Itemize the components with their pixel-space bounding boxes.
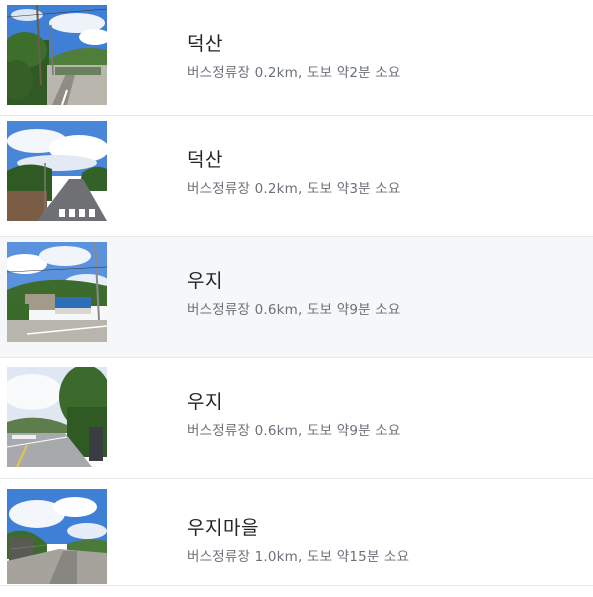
stop-name: 덕산 (187, 149, 223, 171)
list-item-stop-4[interactable]: 우지 버스정류장 0.6km, 도보 약9분 소요 (0, 358, 593, 479)
street-photo-thumbnail (7, 367, 107, 467)
stop-distance-info: 버스정류장 0.6km, 도보 약9분 소요 (187, 302, 401, 318)
street-photo-thumbnail (7, 489, 107, 584)
stop-distance-info: 버스정류장 1.0km, 도보 약15분 소요 (187, 549, 410, 565)
street-photo-thumbnail (7, 121, 107, 221)
street-photo-image (7, 121, 107, 221)
street-photo-image (7, 242, 107, 342)
list-item-stop-2[interactable]: 덕산 버스정류장 0.2km, 도보 약3분 소요 (0, 116, 593, 237)
bus-stop-list: 덕산 버스정류장 0.2km, 도보 약2분 소요 덕산 버스정류장 0.2km… (0, 0, 593, 597)
stop-name: 우지 (187, 270, 223, 292)
stop-name: 우지 (187, 391, 223, 413)
stop-distance-info: 버스정류장 0.2km, 도보 약2분 소요 (187, 65, 401, 81)
stop-distance-info: 버스정류장 0.6km, 도보 약9분 소요 (187, 423, 401, 439)
street-photo-image (7, 489, 107, 584)
list-item-stop-3[interactable]: 우지 버스정류장 0.6km, 도보 약9분 소요 (0, 237, 593, 358)
street-photo-thumbnail (7, 242, 107, 342)
list-item-stop-5[interactable]: 우지마을 버스정류장 1.0km, 도보 약15분 소요 (0, 479, 593, 586)
stop-name: 덕산 (187, 33, 223, 55)
list-item-stop-1[interactable]: 덕산 버스정류장 0.2km, 도보 약2분 소요 (0, 0, 593, 116)
stop-distance-info: 버스정류장 0.2km, 도보 약3분 소요 (187, 181, 401, 197)
stop-name: 우지마을 (187, 517, 259, 539)
street-photo-image (7, 367, 107, 467)
street-photo-image (7, 5, 107, 105)
street-photo-thumbnail (7, 5, 107, 105)
